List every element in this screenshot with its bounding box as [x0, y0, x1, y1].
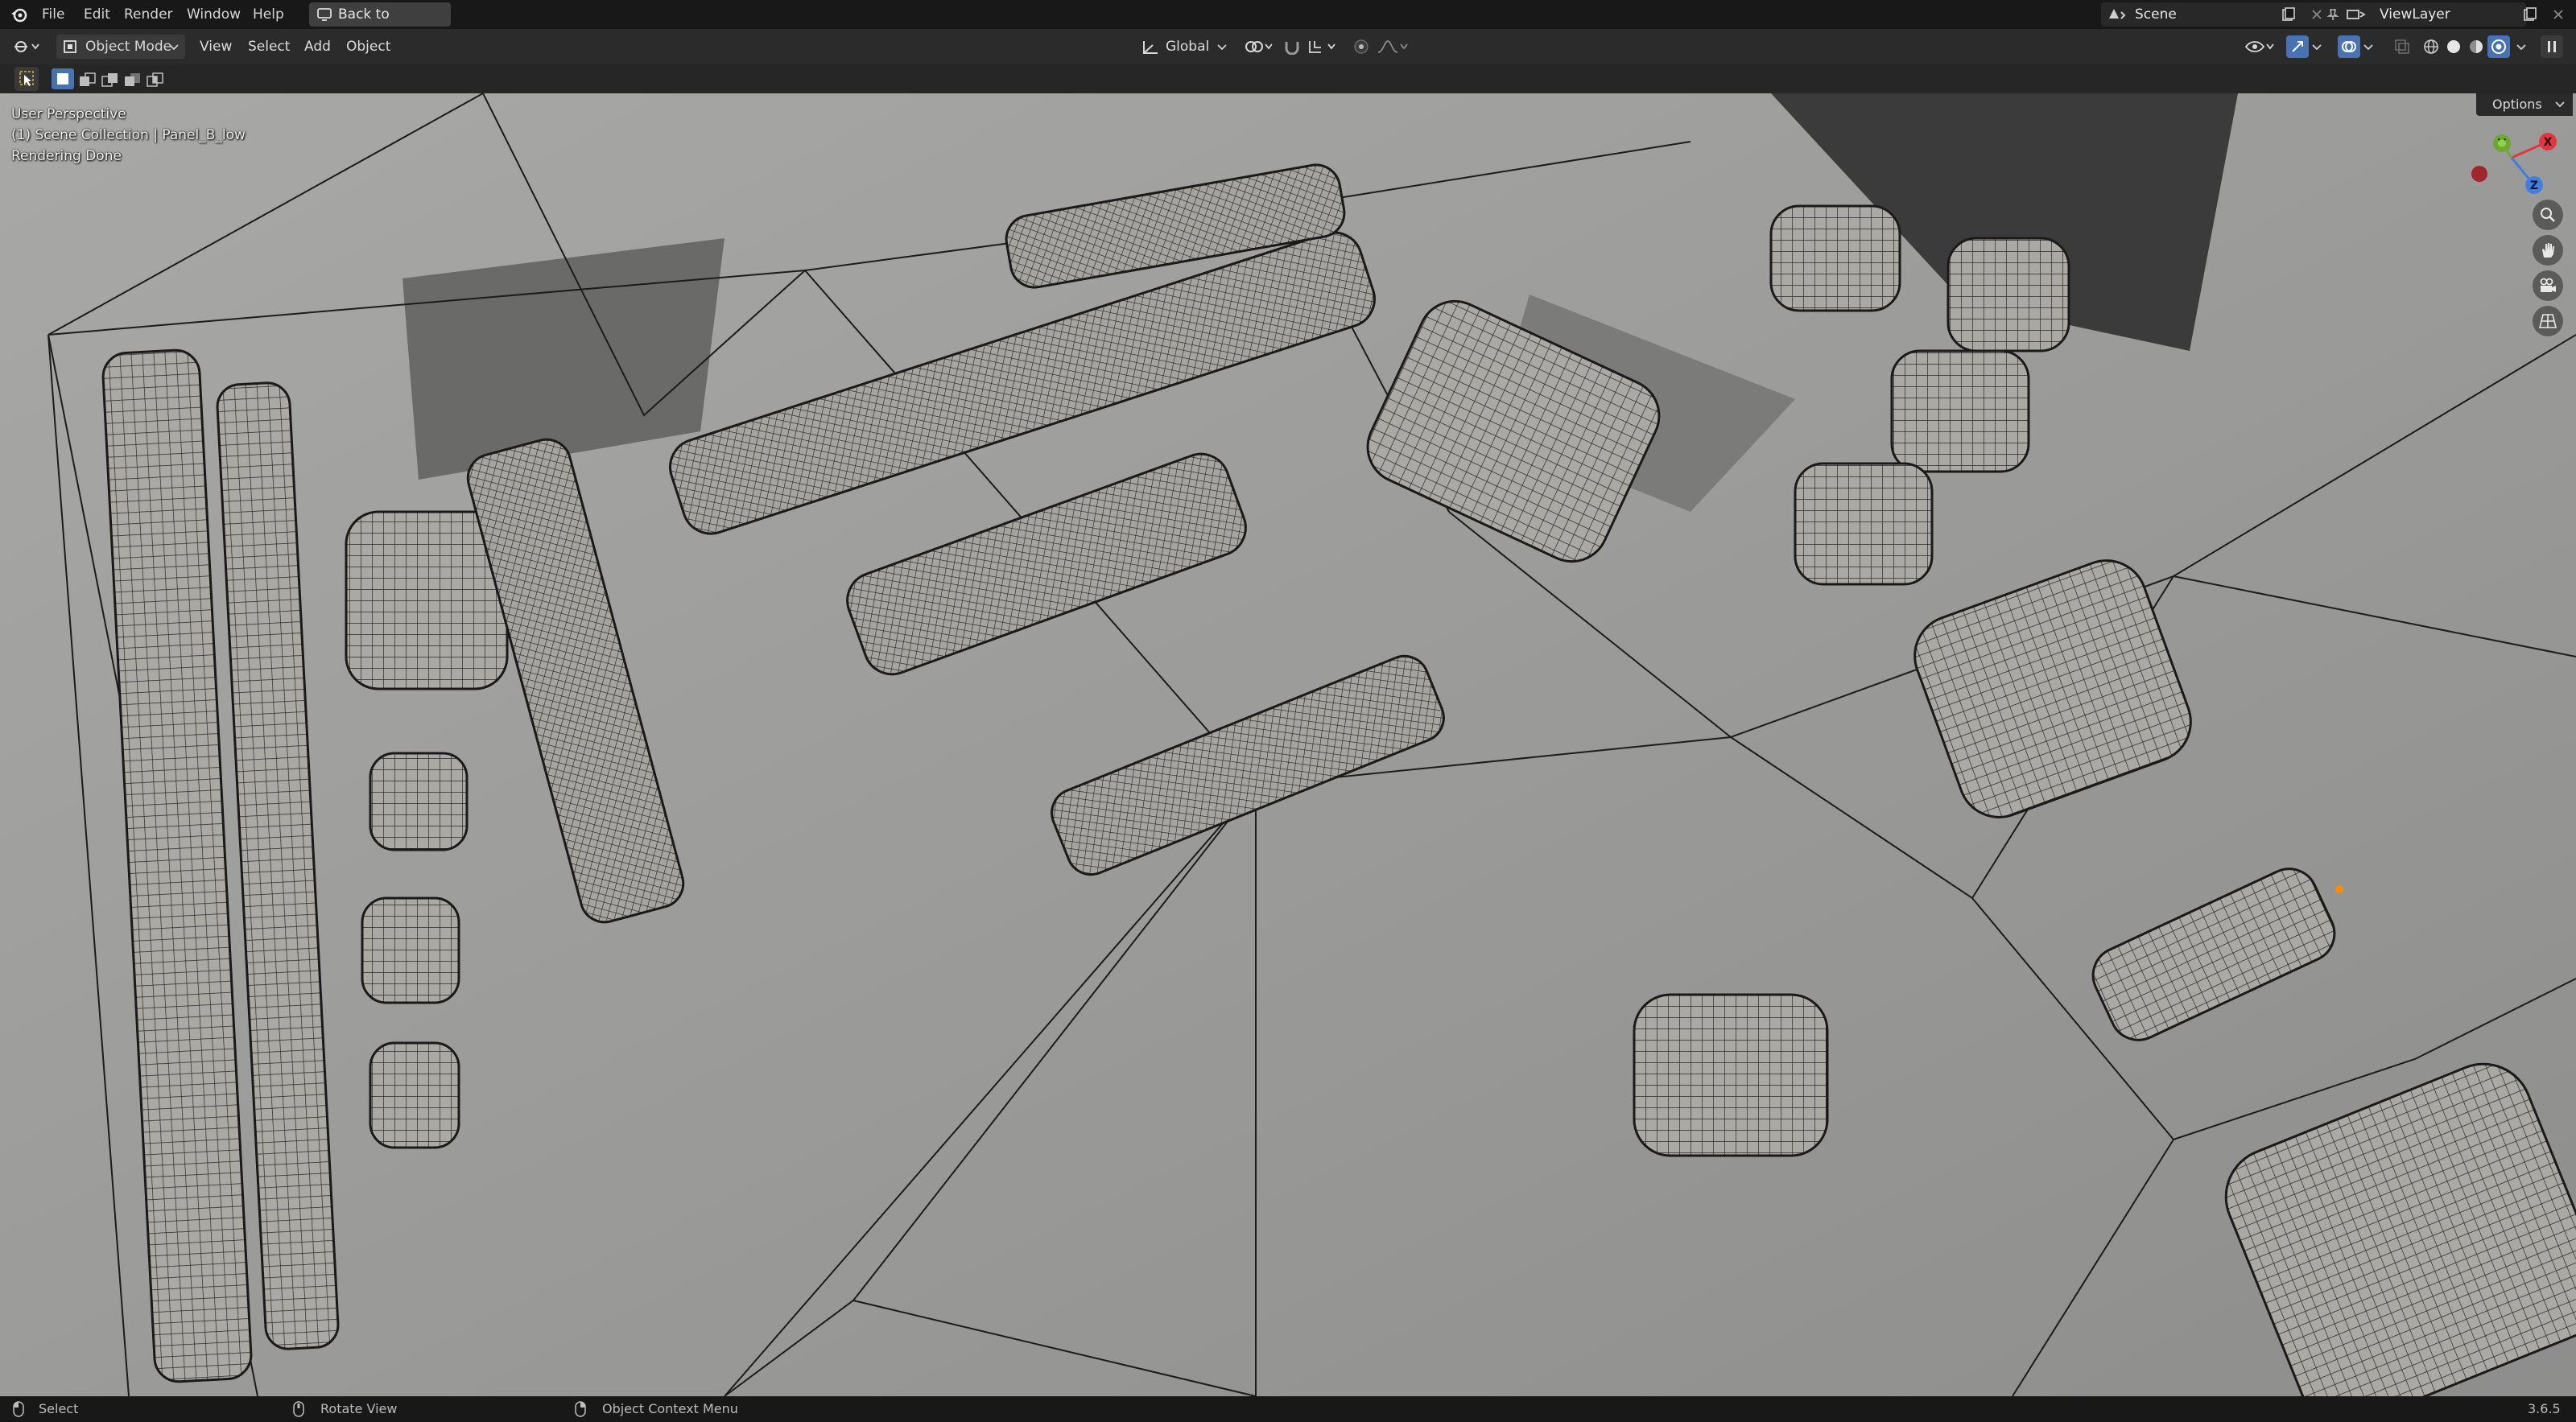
- menu-view[interactable]: View: [200, 29, 232, 64]
- viewport-perspective-label: User Perspective: [11, 106, 126, 122]
- gizmo-icon: [2292, 41, 2303, 52]
- menu-window[interactable]: Window: [187, 0, 241, 29]
- wireframe-shading-icon[interactable]: [2423, 39, 2439, 55]
- back-to-previous-button[interactable]: Back to Previous: [309, 2, 451, 47]
- show-gizmo-toggle[interactable]: [2286, 35, 2309, 58]
- tool-settings-bar: [0, 64, 2576, 93]
- select-extend-icon[interactable]: [79, 72, 97, 87]
- chevron-down-icon[interactable]: [2516, 43, 2526, 52]
- grid-icon: [2539, 314, 2557, 328]
- menu-edit[interactable]: Edit: [84, 0, 110, 29]
- snap-icon[interactable]: [1283, 39, 1301, 55]
- object-mode-dropdown[interactable]: Object Mode: [56, 35, 185, 59]
- chevron-down-icon[interactable]: [2312, 43, 2322, 52]
- material-preview-icon[interactable]: [2468, 39, 2484, 55]
- 3d-viewport[interactable]: User Perspective (1) Scene Collection | …: [0, 93, 2576, 1396]
- delete-view-layer-icon[interactable]: [2552, 8, 2565, 21]
- camera-icon: [2540, 278, 2556, 292]
- mouse-left-icon: [13, 1401, 24, 1417]
- select-subtract-icon[interactable]: [101, 72, 119, 87]
- mouse-right-icon: [575, 1401, 586, 1417]
- scene-name: Scene: [2135, 6, 2177, 23]
- menu-help[interactable]: Help: [253, 0, 284, 29]
- select-cursor-icon: [19, 71, 34, 86]
- sidebar-icon: [2548, 41, 2556, 52]
- status-context-menu: Object Context Menu: [602, 1401, 738, 1416]
- chevron-down-icon: [169, 44, 179, 51]
- toggle-sidebar-button[interactable]: [2541, 35, 2563, 58]
- menu-select[interactable]: Select: [248, 29, 290, 64]
- object-origin-dot: [2335, 885, 2343, 893]
- options-button[interactable]: Options: [2476, 93, 2573, 116]
- blender-logo-icon[interactable]: [10, 5, 29, 24]
- selection-mode-new[interactable]: [52, 68, 74, 89]
- perspective-toggle-button[interactable]: [2533, 306, 2563, 336]
- snap-target-icon[interactable]: [1307, 39, 1340, 55]
- zoom-icon: [2541, 208, 2555, 222]
- camera-view-button[interactable]: [2533, 270, 2563, 301]
- show-overlays-toggle[interactable]: [2338, 35, 2360, 58]
- status-select: Select: [39, 1401, 79, 1416]
- status-bar: Select Rotate View Object Context Menu 3…: [0, 1396, 2576, 1422]
- rendered-shading-toggle[interactable]: [2487, 35, 2510, 58]
- object-mode-icon: [64, 40, 76, 53]
- select-new-icon: [57, 73, 68, 84]
- select-intersect-icon[interactable]: [147, 72, 164, 87]
- zoom-button[interactable]: [2533, 200, 2563, 230]
- blender-version: 3.6.5: [2528, 1401, 2561, 1416]
- menu-add[interactable]: Add: [304, 29, 331, 64]
- new-view-layer-icon[interactable]: [2523, 7, 2537, 22]
- hand-icon: [2542, 243, 2554, 258]
- menu-file[interactable]: File: [42, 0, 64, 29]
- status-rotate-view: Rotate View: [320, 1401, 398, 1416]
- object-mode-label: Object Mode: [85, 39, 172, 55]
- view-layer-name: ViewLayer: [2380, 6, 2450, 23]
- view-layer-selector[interactable]: ViewLayer: [2339, 2, 2526, 27]
- viewport-header: Object Mode View Select Add Object Globa…: [0, 29, 2576, 64]
- mouse-middle-icon: [293, 1401, 304, 1417]
- wireframe-mesh: [0, 93, 2576, 1396]
- overlays-icon: [2342, 41, 2356, 52]
- editor-type-icon[interactable]: [13, 39, 40, 55]
- active-tool-button[interactable]: [14, 67, 39, 91]
- gizmo-x-label: X: [2544, 136, 2553, 149]
- xray-toggle-icon[interactable]: [2394, 39, 2410, 55]
- proportional-editing-icon[interactable]: [1352, 39, 1370, 55]
- viewport-status-label: Rendering Done: [11, 148, 122, 164]
- orientation-global[interactable]: Global: [1166, 29, 1209, 64]
- scene-icon: [2109, 9, 2126, 19]
- menu-render[interactable]: Render: [124, 0, 173, 29]
- pivot-point-icon[interactable]: [1243, 39, 1275, 55]
- chevron-down-icon: [1217, 44, 1227, 51]
- rendered-shading-icon: [2491, 39, 2506, 54]
- pin-icon[interactable]: [2326, 8, 2339, 21]
- viewport-collection-label: (1) Scene Collection | Panel_B_low: [11, 127, 246, 143]
- pan-button[interactable]: [2533, 235, 2563, 266]
- new-scene-icon[interactable]: [2281, 7, 2296, 22]
- delete-scene-icon[interactable]: [2310, 8, 2323, 21]
- gizmo-neg-x-axis[interactable]: [2471, 166, 2487, 182]
- select-invert-icon[interactable]: [124, 72, 142, 87]
- transform-orientation-icon[interactable]: [1141, 39, 1159, 56]
- render-layers-icon: [2347, 10, 2366, 19]
- menu-object[interactable]: Object: [346, 29, 390, 64]
- chevron-down-icon: [2555, 101, 2565, 108]
- screen-icon: [317, 8, 332, 21]
- falloff-icon[interactable]: [1377, 39, 1409, 55]
- solid-shading-icon[interactable]: [2446, 39, 2462, 55]
- chevron-down-icon[interactable]: [2363, 43, 2373, 52]
- visibility-icon[interactable]: [2244, 39, 2277, 55]
- options-label: Options: [2492, 97, 2542, 112]
- gizmo-z-label: Z: [2530, 179, 2538, 192]
- top-bar: File Edit Render Window Help Back to Pre…: [0, 0, 2576, 47]
